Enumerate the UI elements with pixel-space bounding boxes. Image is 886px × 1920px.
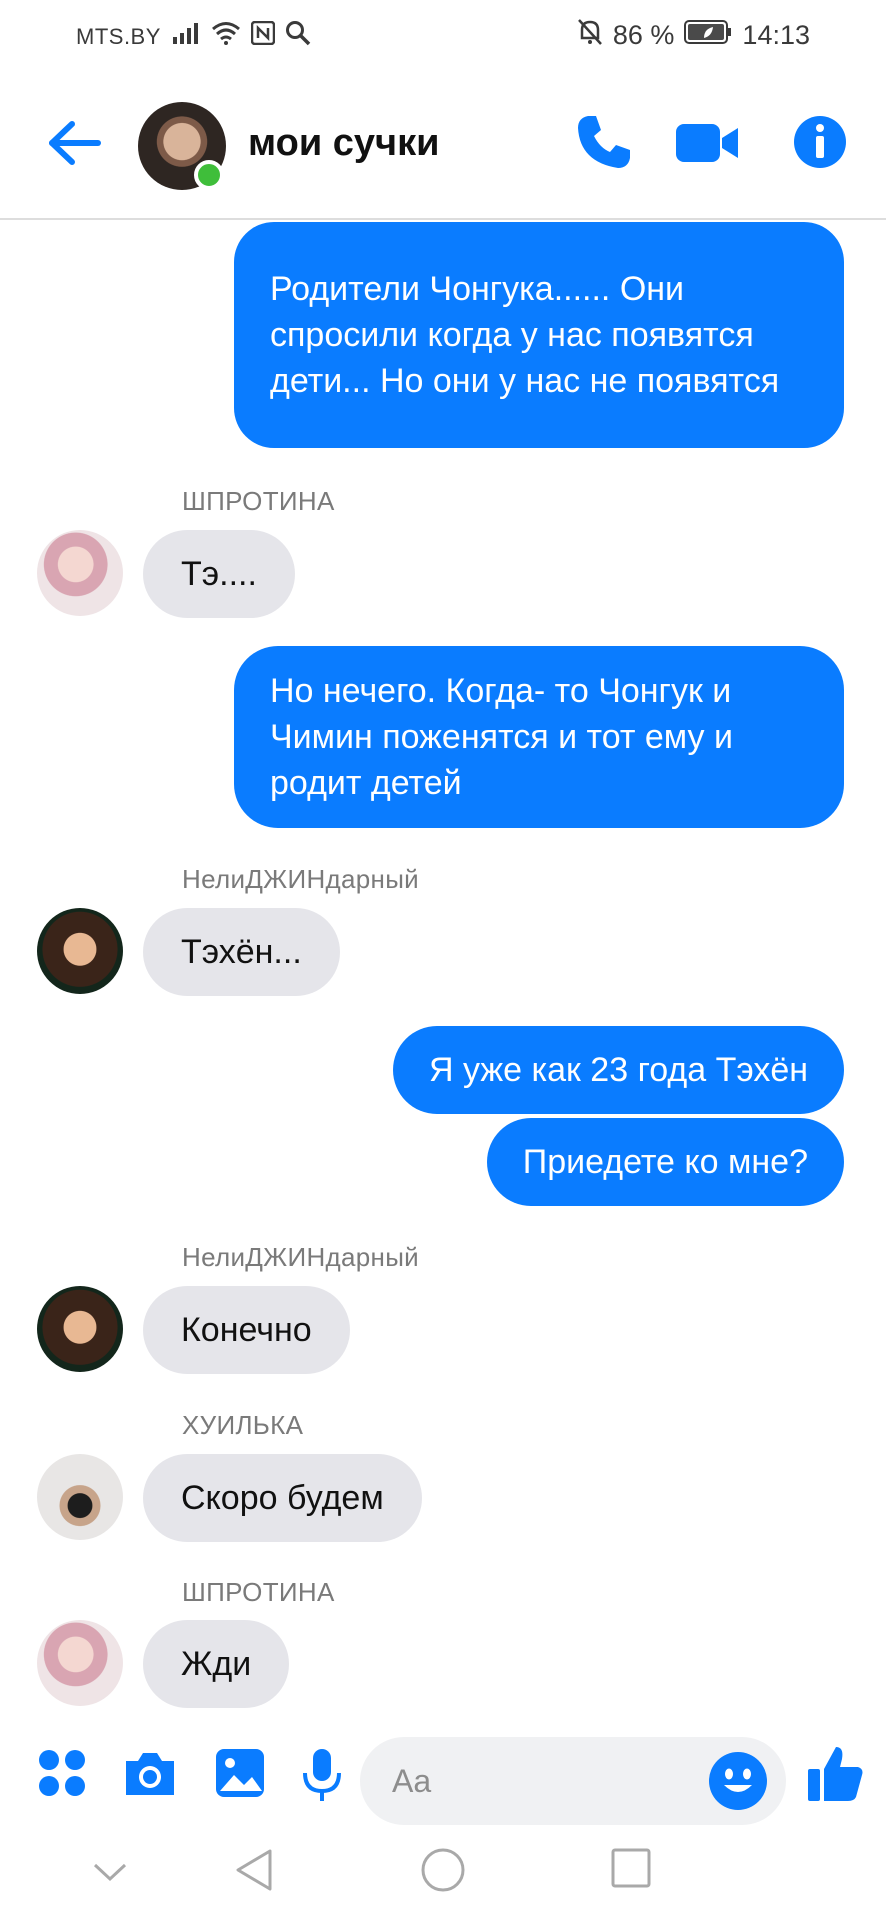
incoming-message[interactable]: Скоро будем: [143, 1454, 422, 1542]
nav-collapse-button[interactable]: [92, 1861, 128, 1888]
emoji-button[interactable]: [708, 1751, 768, 1816]
nav-home-button[interactable]: [420, 1847, 466, 1898]
camera-button[interactable]: [122, 1747, 178, 1804]
sender-avatar[interactable]: [37, 1286, 123, 1372]
camera-icon: [126, 1753, 174, 1795]
clock: 14:13: [742, 20, 810, 50]
composer-bar: [0, 1725, 886, 1825]
phone-icon: [578, 116, 630, 168]
message-text: Конечно: [181, 1310, 312, 1349]
message-text: Жди: [181, 1644, 252, 1683]
nav-home-icon: [421, 1848, 465, 1892]
sender-avatar[interactable]: [37, 908, 123, 994]
sender-name: НелиДЖИНдарный: [182, 864, 420, 894]
video-camera-icon: [676, 124, 738, 162]
message-text: Родители Чонгука...... Они спросили когд…: [270, 270, 780, 400]
search-icon: [285, 20, 311, 53]
nav-collapse-icon: [93, 1863, 127, 1882]
message-text: Тэ....: [181, 554, 257, 593]
apps-button[interactable]: [36, 1747, 88, 1804]
nfc-icon: [250, 20, 276, 52]
apps-grid-icon: [39, 1750, 85, 1796]
outgoing-message[interactable]: Но нечего. Когда- то Чонгук и Чимин поже…: [234, 646, 844, 828]
wifi-icon: [211, 21, 241, 52]
sender-name: НелиДЖИНдарный: [182, 1242, 420, 1272]
sender-name: ШПРОТИНА: [182, 1577, 335, 1607]
outgoing-message[interactable]: Я уже как 23 года Тэхён: [392, 1026, 844, 1114]
message-list[interactable]: Родители Чонгука...... Они спросили когд…: [0, 220, 886, 1725]
notifications-off-icon: [577, 18, 603, 53]
message-input[interactable]: [390, 1761, 694, 1801]
sender-name: ХУИЛЬКА: [182, 1410, 304, 1440]
system-nav-bar: [0, 1825, 886, 1920]
outgoing-message[interactable]: Приедете ко мне?: [486, 1118, 844, 1206]
nav-recents-button[interactable]: [610, 1847, 652, 1894]
sender-avatar[interactable]: [37, 1620, 123, 1706]
nav-recents-icon: [611, 1848, 651, 1888]
microphone-icon: [303, 1749, 341, 1801]
message-text: Но нечего. Когда- то Чонгук и Чимин поже…: [270, 672, 733, 802]
battery-percent: 86 %: [612, 20, 675, 50]
gallery-icon: [216, 1749, 264, 1797]
back-button[interactable]: [46, 118, 102, 168]
signal-icon: [171, 22, 201, 51]
nav-back-button[interactable]: [234, 1847, 274, 1898]
chat-header: мои сучки: [0, 70, 886, 220]
sender-name: ШПРОТИНА: [182, 486, 335, 516]
back-arrow-icon: [49, 121, 101, 165]
nav-back-icon: [236, 1849, 272, 1891]
message-text: Скоро будем: [181, 1478, 384, 1517]
online-indicator: [194, 160, 224, 190]
voice-button[interactable]: [300, 1747, 344, 1808]
call-button[interactable]: [574, 112, 634, 177]
sender-avatar[interactable]: [37, 1454, 123, 1540]
sender-avatar[interactable]: [37, 530, 123, 616]
message-text: Тэхён...: [181, 932, 302, 971]
incoming-message[interactable]: Жди: [143, 1620, 290, 1708]
message-text: Приедете ко мне?: [522, 1143, 808, 1181]
info-icon: [794, 116, 846, 168]
gallery-button[interactable]: [214, 1747, 266, 1804]
incoming-message[interactable]: Конечно: [143, 1286, 350, 1374]
status-bar: MTS.BY 86 % 14:13: [0, 0, 886, 70]
emoji-icon: [709, 1752, 767, 1810]
like-button[interactable]: [806, 1743, 866, 1810]
incoming-message[interactable]: Тэ....: [143, 530, 295, 618]
chat-title[interactable]: мои сучки: [248, 122, 439, 165]
info-button[interactable]: [792, 112, 848, 177]
incoming-message[interactable]: Тэхён...: [143, 908, 340, 996]
battery-icon: [684, 19, 732, 52]
carrier-label: MTS.BY: [76, 23, 161, 49]
message-input-box[interactable]: [360, 1737, 786, 1825]
message-text: Я уже как 23 года Тэхён: [428, 1051, 808, 1089]
thumbs-up-icon: [808, 1747, 863, 1801]
outgoing-message[interactable]: Родители Чонгука...... Они спросили когд…: [234, 222, 844, 448]
video-call-button[interactable]: [674, 112, 740, 177]
